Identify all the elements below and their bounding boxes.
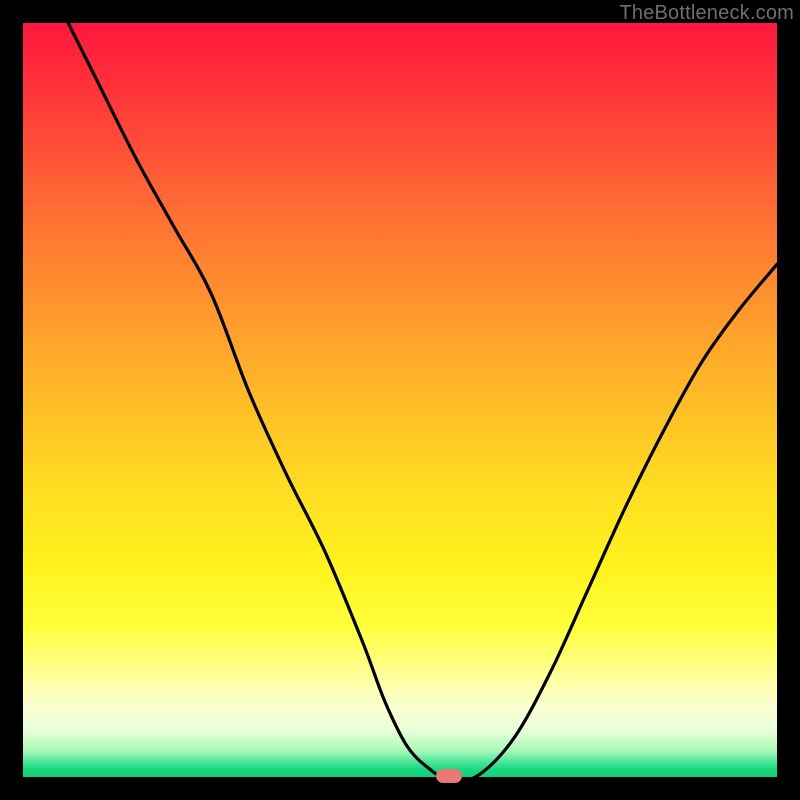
optimum-marker — [436, 769, 462, 783]
watermark-text: TheBottleneck.com — [619, 2, 794, 25]
plot-area — [23, 23, 777, 777]
chart-frame: TheBottleneck.com — [0, 0, 800, 800]
bottleneck-curve — [23, 23, 777, 777]
